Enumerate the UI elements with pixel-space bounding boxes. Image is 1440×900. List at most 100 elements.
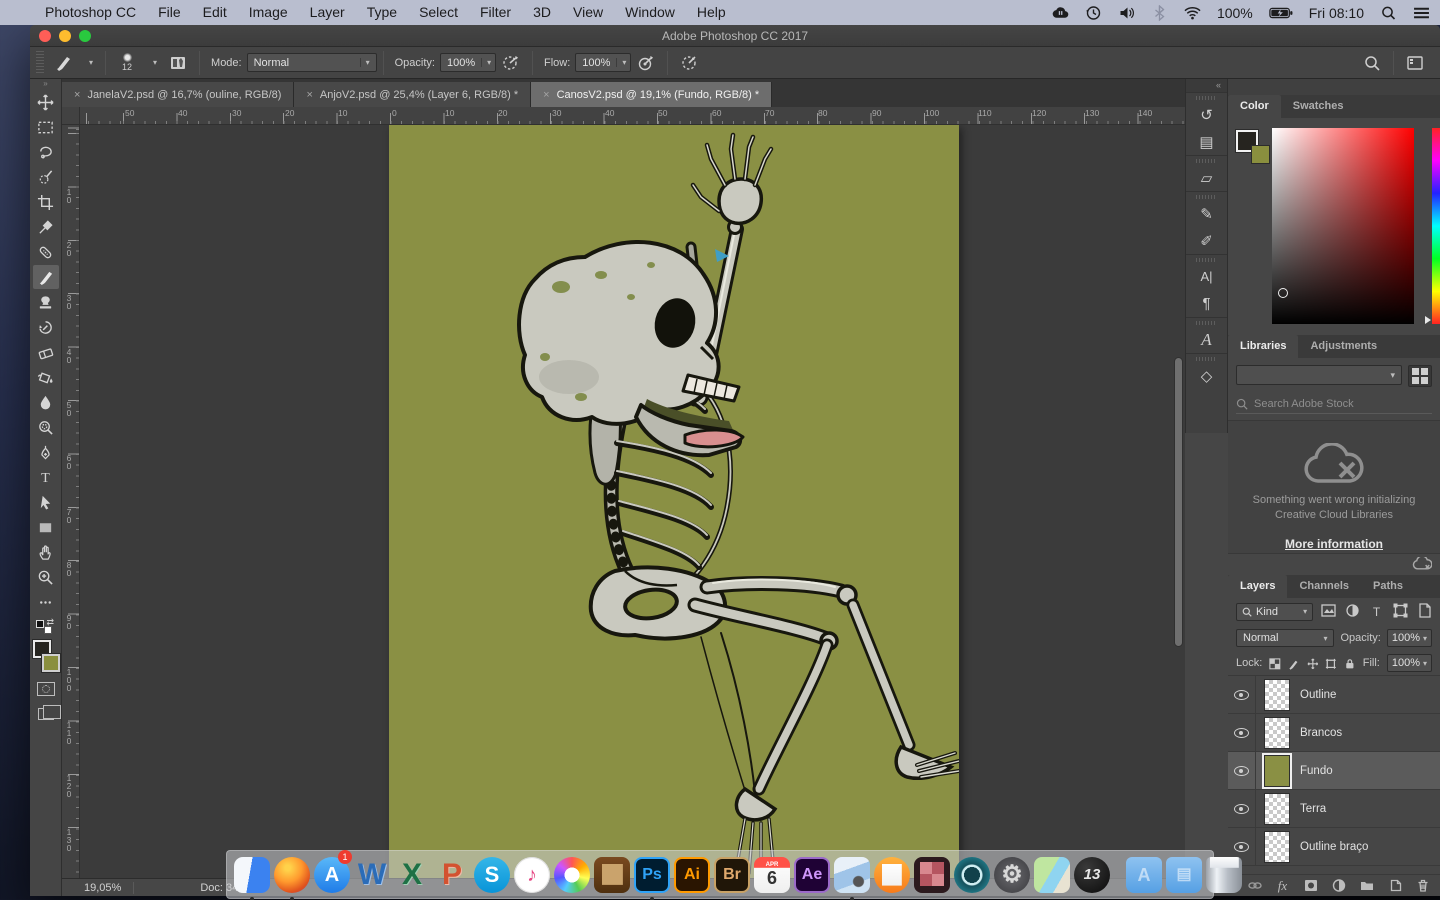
quick-selection-tool[interactable] [33,165,59,189]
layer-name[interactable]: Fundo [1300,765,1333,777]
dock-skype[interactable]: S [473,853,511,897]
filter-adjustment-layers-icon[interactable] [1345,603,1361,621]
dock-applications-folder[interactable]: A [1125,853,1163,897]
dock-app-13[interactable]: 13 [1073,853,1111,897]
layer-visibility-toggle[interactable] [1228,752,1256,789]
pen-tool[interactable] [33,440,59,464]
menu-item[interactable]: Image [238,0,299,25]
eraser-tool[interactable] [33,340,59,364]
layer-visibility-toggle[interactable] [1228,714,1256,751]
layer-name[interactable]: Brancos [1300,727,1342,739]
layer-thumbnail[interactable] [1264,831,1290,863]
lock-position-icon[interactable] [1307,657,1319,670]
tab-swatches[interactable]: Swatches [1281,95,1356,118]
lock-pixels-icon[interactable] [1288,657,1300,670]
glyphs-panel-icon[interactable]: A [1186,326,1227,353]
tab-channels[interactable]: Channels [1287,575,1361,598]
more-tools-ellipsis[interactable] [33,590,59,614]
scrollbar-thumb[interactable] [1174,357,1183,647]
canvas-vertical-scrollbar[interactable] [1174,125,1183,878]
toolbar-grip[interactable]: » [30,79,61,89]
new-adjustment-layer-button[interactable] [1331,879,1346,892]
dock-finder[interactable] [233,853,271,897]
tab-color[interactable]: Color [1228,95,1281,118]
layer-visibility-toggle[interactable] [1228,676,1256,713]
add-layer-mask-button[interactable] [1303,879,1318,892]
options-bar-grip[interactable] [36,51,44,75]
toggle-brush-panel-icon[interactable] [167,52,189,74]
pressure-opacity-icon[interactable] [500,52,522,74]
library-select[interactable]: ▾ [1236,365,1402,385]
clone-stamp-tool[interactable] [33,290,59,314]
layer-fundo[interactable]: Fundo [1228,752,1440,790]
dock-timemachine[interactable] [953,853,991,897]
dock-maps[interactable] [1033,853,1071,897]
tab-canosv2[interactable]: × CanosV2.psd @ 19,1% (Fundo, RGB/8) * [531,82,772,107]
layer-blend-mode-select[interactable]: Normal ▾ [1236,629,1334,647]
layer-outline-braco[interactable]: Outline braço [1228,828,1440,866]
dock-photobooth[interactable] [913,853,951,897]
collapse-panels-button[interactable]: « [1186,79,1227,92]
brush-tool[interactable] [33,265,59,289]
layer-filter-kind-select[interactable]: Kind ▾ [1236,603,1313,621]
lock-all-icon[interactable] [1344,657,1356,670]
layer-styles-button[interactable]: fx [1275,879,1290,892]
menu-item[interactable]: Type [356,0,408,25]
brush-preset-picker[interactable]: 12 [114,53,140,72]
time-machine-icon[interactable] [1085,5,1102,21]
dock-aftereffects[interactable]: Ae [793,853,831,897]
layer-outline[interactable]: Outline [1228,676,1440,714]
wifi-icon[interactable] [1184,5,1201,21]
delete-layer-button[interactable] [1415,879,1430,892]
menu-item[interactable]: View [562,0,614,25]
type-tool[interactable]: T [33,465,59,489]
airbrush-icon[interactable] [635,52,657,74]
menu-item[interactable]: Photoshop CC [34,0,147,25]
layer-name[interactable]: Terra [1300,803,1326,815]
properties-panel-icon[interactable]: ▤ [1186,128,1227,155]
flow-select[interactable]: 100%▾ [575,53,631,72]
tab-libraries[interactable]: Libraries [1228,335,1298,358]
menu-item[interactable]: Filter [469,0,522,25]
dock-itunes[interactable]: ♪ [513,853,551,897]
path-selection-tool[interactable] [33,490,59,514]
spotlight-search-icon[interactable] [1380,5,1397,21]
tab-layers[interactable]: Layers [1228,575,1287,598]
dock-photoshop[interactable]: Ps [633,853,671,897]
dock-firefox[interactable] [273,853,311,897]
tab-anjov2[interactable]: × AnjoV2.psd @ 25,4% (Layer 6, RGB/8) * [294,82,531,107]
dock-garageband[interactable] [593,853,631,897]
workspace-switcher-icon[interactable] [1404,52,1426,74]
navigator-panel-icon[interactable]: ▱ [1186,164,1227,191]
dock-powerpoint[interactable]: P [433,853,471,897]
zoom-tool[interactable] [33,565,59,589]
layer-thumbnail[interactable] [1264,679,1290,711]
swap-colors-icon[interactable]: ⇄ [46,617,54,628]
default-colors-icon[interactable]: ⇄ [36,620,52,634]
dock-appstore[interactable]: A 1 [313,853,351,897]
filter-shape-layers-icon[interactable] [1392,603,1408,621]
cloud-sync-error-icon[interactable] [1412,557,1432,572]
new-group-button[interactable] [1359,879,1374,892]
dock-documents-folder[interactable]: ▤ [1165,853,1203,897]
crop-tool[interactable] [33,190,59,214]
smoothing-pressure-icon[interactable] [678,52,700,74]
dock-preview[interactable] [833,853,871,897]
dock-excel[interactable]: X [393,853,431,897]
adobe-stock-search-input[interactable]: Search Adobe Stock [1236,394,1432,414]
tool-preset-arrow[interactable]: ▾ [78,53,99,72]
menubar-clock[interactable]: Fri 08:10 [1309,5,1364,21]
menu-item[interactable]: Window [614,0,686,25]
volume-icon[interactable] [1118,5,1135,21]
lock-artboard-icon[interactable] [1325,657,1337,670]
lock-transparency-icon[interactable] [1269,657,1281,670]
dock-bridge[interactable]: Br [713,853,751,897]
layer-opacity-field[interactable]: 100%▾ [1387,629,1432,647]
tab-janelav2[interactable]: × JanelaV2.psd @ 16,7% (ouline, RGB/8) [62,82,294,107]
dock-photos[interactable] [553,853,591,897]
character-panel-icon[interactable]: A| [1186,263,1227,290]
brushes-panel-icon[interactable]: ✎ [1186,200,1227,227]
ruler-corner[interactable] [62,107,80,125]
filter-smart-objects-icon[interactable] [1416,603,1432,621]
screen-mode-button[interactable] [38,708,54,720]
